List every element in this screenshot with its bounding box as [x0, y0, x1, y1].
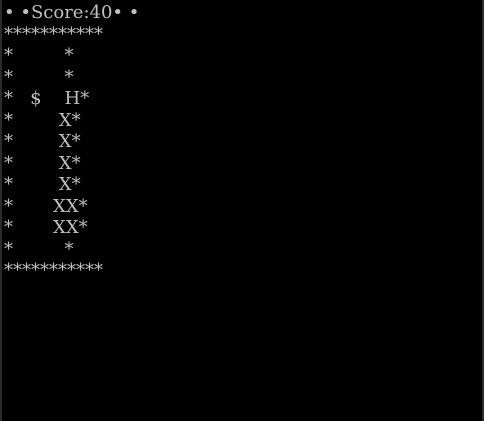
board-row-snake-body: * XX* — [4, 195, 88, 217]
board-row-bottom-wall: *********** — [4, 260, 103, 281]
board-row: * * — [4, 238, 74, 260]
board-row-snake-body: * X* — [4, 174, 81, 195]
board-row: * * — [4, 66, 74, 88]
board-row-snake-body: * XX* — [4, 217, 88, 238]
score-display: • •Score:40• • — [4, 2, 140, 23]
console-window: • •Score:40• • *********** * * * * * $ H… — [0, 0, 484, 421]
board-row-snake-body: * X* — [4, 131, 81, 152]
game-screen: • •Score:40• • *********** * * * * * $ H… — [4, 2, 139, 282]
board-row-snake-body: * X* — [4, 109, 81, 131]
board-row-food-and-snake-head: * $ H* — [4, 88, 90, 109]
board-row-snake-body: * X* — [4, 152, 81, 174]
board-row-top-wall: *********** — [4, 23, 103, 45]
board-row: * * — [4, 45, 74, 66]
